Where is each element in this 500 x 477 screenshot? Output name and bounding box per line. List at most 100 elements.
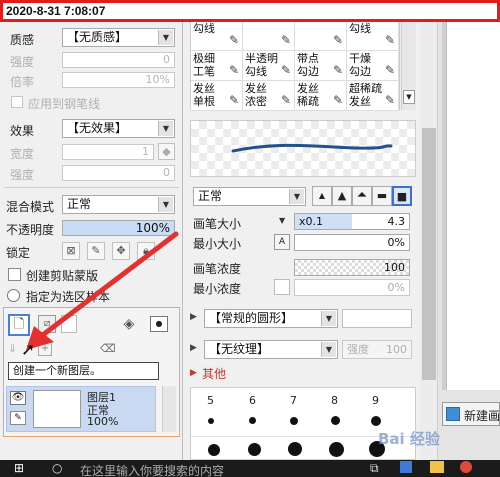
chevron-down-icon: ▼ [158, 30, 173, 45]
dot-size-7[interactable] [290, 417, 298, 425]
dot-size-label: 9 [372, 394, 379, 407]
expand-arrow-icon[interactable]: ▶ [190, 343, 197, 353]
chevron-down-icon: ▼ [158, 121, 173, 136]
blend-mode-value: 正常 [67, 197, 92, 211]
layer-lock-icon[interactable]: ✎ [10, 411, 26, 425]
dot-size-8[interactable] [331, 416, 340, 425]
layer-opacity: 100% [87, 415, 119, 428]
layer-row-selected[interactable]: 👁︎ ✎ 图层1 正常 100% [6, 386, 156, 432]
pen-icon: ✎ [384, 93, 395, 107]
taskbar-search-input[interactable]: 在这里输入你要搜索的内容 [80, 462, 224, 477]
blend-mode-dropdown[interactable]: 正常 ▼ [62, 195, 175, 214]
strength-label: 强度 [10, 55, 35, 69]
brush-size-value: 4.3 [387, 215, 406, 228]
brush-texture-dropdown[interactable]: 【无纹理】 ▼ [204, 340, 338, 359]
dot-size-large[interactable] [248, 443, 261, 456]
new-layer-tooltip: 创建一个新图层。 [8, 362, 159, 380]
effect-dropdown-value: 【无效果】 [67, 121, 128, 135]
texture-dropdown[interactable]: 【无质感】 ▼ [62, 28, 175, 47]
dot-size-5[interactable] [208, 418, 214, 424]
strength-field[interactable]: 0 [62, 52, 175, 68]
shape-triangle-icon[interactable]: ▲ [332, 186, 352, 206]
expand-arrow-icon[interactable]: ▶ [190, 368, 197, 378]
brush-blend-dropdown[interactable]: 正常 ▼ [193, 187, 306, 206]
min-size-slider[interactable]: 0% [294, 234, 410, 251]
shape-dome-icon[interactable]: ⏶ [352, 186, 372, 206]
pen-icon: ✎ [228, 33, 239, 47]
min-density-label: 最小浓度 [193, 282, 242, 296]
brush-density-slider[interactable]: 100 [294, 259, 410, 276]
width-field[interactable]: 1 [62, 144, 154, 160]
effect-strength-field[interactable]: 0 [62, 165, 175, 181]
dot-size-large[interactable] [329, 442, 344, 457]
shape-flat-icon[interactable]: ▲ [312, 186, 332, 206]
dot-size-6[interactable] [249, 417, 256, 424]
brush-label: 发丝 稀疏 [297, 82, 319, 108]
task-view-icon[interactable]: ⧉ [370, 461, 379, 476]
brush-cell[interactable]: 发丝 稀疏 ✎ [295, 81, 347, 111]
file-explorer-icon[interactable] [430, 461, 444, 473]
apply-to-pen-row: 应用到钢笔线 [0, 92, 182, 112]
brush-grid-scrollbar[interactable]: ▼ [401, 22, 416, 110]
layer-scrollbar[interactable] [162, 386, 176, 432]
brush-cell[interactable]: ✎ [295, 22, 347, 51]
dot-size-9[interactable] [371, 416, 381, 426]
layer-thumbnail [33, 390, 81, 428]
mid-scrollbar[interactable] [420, 22, 438, 460]
brush-cell[interactable]: ✎ [243, 22, 295, 51]
dot-size-label: 5 [207, 394, 214, 407]
effect-row: 效果 【无效果】 ▼ [0, 119, 182, 139]
texture-strength-field[interactable]: 强度 100 [342, 340, 412, 359]
canvas-page [446, 22, 500, 390]
watermark: Bai 经验 [378, 430, 440, 448]
chevron-down-icon: ▼ [321, 342, 336, 357]
brush-cell[interactable]: 带点 勾边 ✎ [295, 51, 347, 81]
texture-dropdown-value: 【无质感】 [67, 30, 128, 44]
width-stepper[interactable]: ◆ [158, 143, 175, 160]
app-icon[interactable] [460, 461, 472, 473]
dropdown-arrow-icon[interactable]: ▼ [279, 216, 285, 225]
dot-size-large[interactable] [288, 442, 302, 456]
effect-label: 效果 [10, 124, 35, 138]
blend-mode-row: 混合模式 正常 ▼ [0, 195, 182, 215]
effect-strength-label: 强度 [10, 168, 35, 182]
scale-field[interactable]: 10% [62, 72, 175, 88]
brush-cell[interactable]: 超稀疏 发丝 ✎ [347, 81, 399, 111]
new-canvas-tab[interactable]: 新建画 [442, 402, 500, 426]
apply-to-pen-label: 应用到钢笔线 [28, 97, 101, 111]
scroll-down-icon[interactable]: ▼ [403, 90, 415, 104]
texture-label: 质感 [10, 33, 35, 47]
search-icon[interactable]: ○ [52, 461, 62, 475]
brush-cell[interactable]: 极细 工笔 ✎ [191, 51, 243, 81]
chevron-down-icon: ▼ [158, 197, 173, 212]
min-size-label: 最小大小 [193, 237, 242, 251]
scrollbar-thumb[interactable] [422, 128, 436, 380]
brush-cell[interactable]: 勾线 ✎ [191, 22, 243, 51]
shape-square-icon[interactable]: ■ [392, 186, 412, 206]
canvas-background [442, 22, 500, 390]
brush-cell[interactable]: 半透明 勾线 ✎ [243, 51, 295, 81]
brush-label: 带点 勾边 [297, 52, 319, 78]
brush-cell[interactable]: 发丝 浓密 ✎ [243, 81, 295, 111]
windows-start-icon[interactable]: ⊞ [14, 462, 26, 474]
mouse-cursor-icon: ➚ [21, 340, 36, 360]
brush-cell[interactable]: 发丝 单根 ✎ [191, 81, 243, 111]
shape-round-icon[interactable]: ▬ [372, 186, 392, 206]
texture-strength-value: 100 [386, 343, 407, 356]
brush-shape-dropdown[interactable]: 【常规的圆形】 ▼ [204, 309, 338, 328]
shape-strength-field[interactable] [342, 309, 412, 328]
brush-label: 超稀疏 发丝 [349, 82, 382, 108]
pressure-density-checkbox[interactable] [274, 279, 290, 295]
brush-cell[interactable]: 勾线 ✎ [347, 22, 399, 51]
pressure-size-icon[interactable]: A [274, 234, 290, 250]
brush-grid: 勾线 ✎ ✎ ✎ 勾线 ✎ 极细 工笔 ✎ 半透明 勾线 ✎ 带点 勾边 ✎ 干燥 勾边 ✎… [190, 22, 400, 111]
dot-size-large[interactable] [208, 444, 220, 456]
effect-dropdown[interactable]: 【无效果】 ▼ [62, 119, 175, 138]
visibility-eye-icon[interactable]: 👁︎ [10, 391, 26, 405]
expand-arrow-icon[interactable]: ▶ [190, 312, 197, 322]
apply-to-pen-checkbox[interactable] [11, 96, 23, 108]
min-density-slider[interactable]: 0% [294, 279, 410, 296]
brush-size-slider[interactable]: x0.1 4.3 [294, 213, 410, 230]
browser-icon[interactable] [400, 461, 412, 473]
brush-cell[interactable]: 干燥 勾边 ✎ [347, 51, 399, 81]
